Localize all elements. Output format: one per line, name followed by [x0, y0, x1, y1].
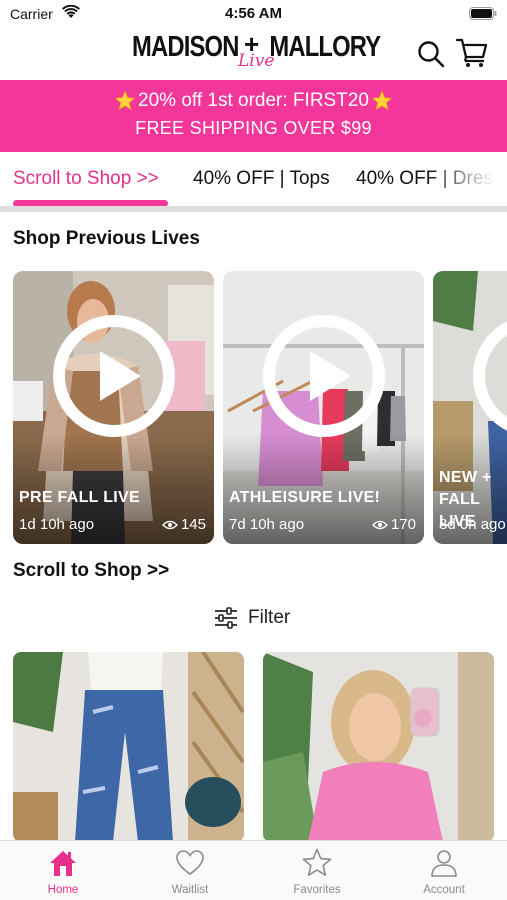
app-header: MADISON + Live MALLORY — [0, 28, 507, 80]
nav-label: Favorites — [293, 884, 341, 896]
eye-icon — [372, 520, 388, 529]
section-title-previous-lives: Shop Previous Lives — [13, 228, 200, 249]
live-views: 145 — [162, 516, 206, 533]
nav-label: Account — [423, 884, 465, 896]
star-emoji-icon — [371, 90, 393, 111]
views-count: 170 — [390, 516, 416, 533]
home-icon — [50, 851, 76, 876]
nav-label: Home — [47, 884, 79, 896]
tab-tops[interactable]: 40% OFF | Tops — [193, 168, 330, 190]
views-count: 145 — [180, 516, 206, 533]
filter-button[interactable]: Filter — [214, 604, 290, 632]
tabs-fade-overlay — [427, 152, 507, 202]
play-icon[interactable] — [263, 315, 385, 437]
live-title: ATHLEISURE LIVE! — [229, 489, 381, 506]
heart-icon — [176, 850, 204, 875]
nav-account[interactable]: Account — [381, 841, 507, 900]
filter-label: Filter — [248, 607, 291, 628]
battery-icon — [469, 7, 497, 20]
nav-home[interactable]: Home — [0, 841, 126, 900]
bottom-tab-bar: Home Waitlist Favorites Account — [0, 840, 507, 900]
live-card[interactable]: NEW + FALL LIVE 8d 0h ago — [433, 271, 507, 544]
eye-icon — [162, 520, 178, 529]
promo-code-text: 20% off 1st order: FIRST20 — [138, 90, 369, 111]
nav-favorites[interactable]: Favorites — [254, 841, 380, 900]
promo-line-1: 20% off 1st order: FIRST20 — [0, 90, 507, 112]
tab-scroll-to-shop[interactable]: Scroll to Shop >> — [13, 168, 159, 190]
live-views: 170 — [372, 516, 416, 533]
live-age: 1d 10h ago — [19, 516, 95, 533]
product-tile[interactable] — [263, 652, 494, 842]
lives-carousel[interactable]: PRE FALL LIVE 1d 10h ago 145 ATHLEISURE … — [0, 271, 507, 544]
nav-waitlist[interactable]: Waitlist — [127, 841, 253, 900]
product-image — [13, 652, 244, 842]
search-icon[interactable] — [417, 40, 445, 68]
product-tile[interactable] — [13, 652, 244, 842]
nav-label: Waitlist — [171, 884, 209, 896]
sliders-icon — [215, 607, 237, 629]
live-age: 7d 10h ago — [229, 516, 305, 533]
promo-line-2: FREE SHIPPING OVER $99 — [135, 118, 372, 138]
live-card[interactable]: PRE FALL LIVE 1d 10h ago 145 — [13, 271, 214, 544]
section-title-scroll-to-shop: Scroll to Shop >> — [13, 560, 170, 581]
live-title: PRE FALL LIVE — [19, 489, 140, 506]
brand-logo[interactable]: MADISON + Live MALLORY — [132, 29, 381, 75]
logo-text-left: MADISON — [132, 31, 239, 63]
play-icon[interactable] — [53, 315, 175, 437]
tabs-divider — [0, 206, 507, 212]
product-image — [263, 652, 494, 842]
person-icon — [431, 850, 457, 877]
play-icon[interactable] — [473, 315, 507, 437]
star-icon — [302, 848, 332, 876]
cart-icon[interactable] — [456, 38, 488, 68]
status-bar: Carrier 4:56 AM — [0, 0, 507, 28]
star-emoji-icon — [114, 90, 136, 111]
status-time: 4:56 AM — [225, 5, 282, 22]
live-age: 8d 0h ago — [439, 516, 506, 533]
category-tabs: Scroll to Shop >> 40% OFF | Tops 40% OFF… — [0, 152, 507, 210]
live-card[interactable]: ATHLEISURE LIVE! 7d 10h ago 170 — [223, 271, 424, 544]
logo-text-right: MALLORY — [269, 31, 381, 63]
promo-banner[interactable]: 20% off 1st order: FIRST20 FREE SHIPPING… — [0, 80, 507, 152]
